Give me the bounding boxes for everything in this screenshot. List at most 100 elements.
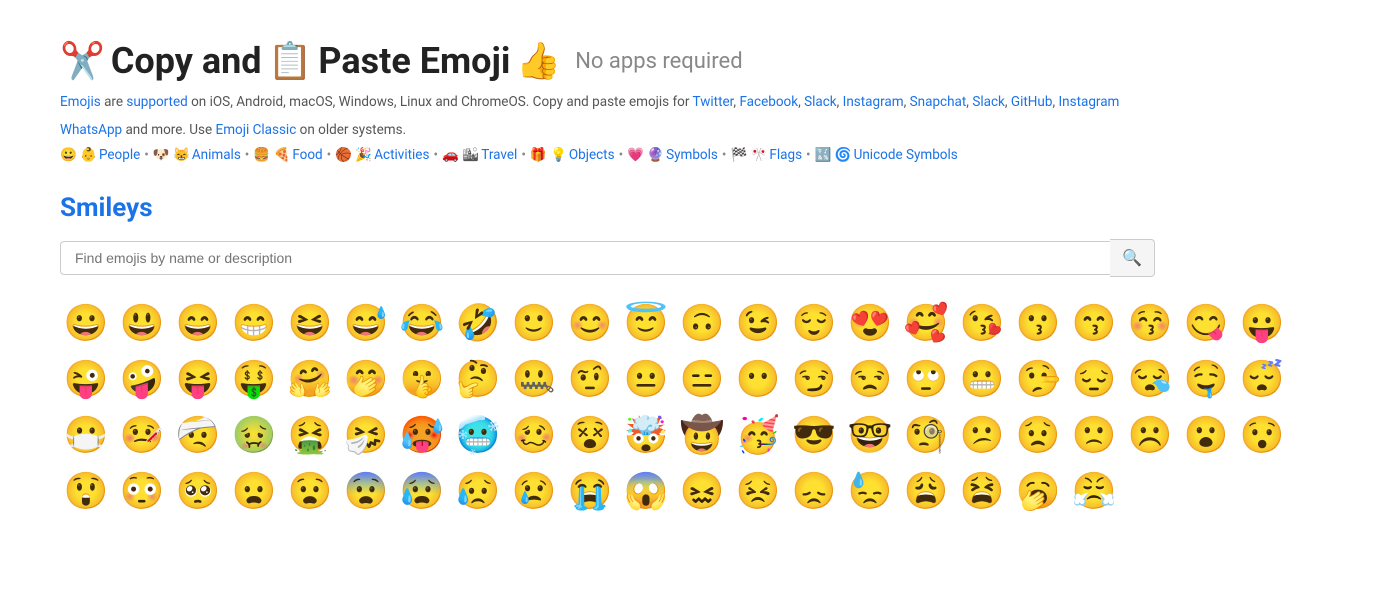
nav-objects-link[interactable]: Objects (569, 147, 615, 163)
emoji-item[interactable]: 😜 (60, 353, 112, 405)
emoji-item[interactable]: 😇 (620, 297, 672, 349)
emoji-item[interactable]: 😢 (508, 465, 560, 517)
emoji-item[interactable]: 😐 (620, 353, 672, 405)
emoji-item[interactable]: 😎 (788, 409, 840, 461)
search-input[interactable] (60, 241, 1110, 275)
search-button[interactable]: 🔍 (1110, 239, 1155, 277)
emoji-item[interactable]: 😖 (676, 465, 728, 517)
emoji-item[interactable]: 😌 (788, 297, 840, 349)
emoji-item[interactable]: 😗 (1012, 297, 1064, 349)
twitter-link[interactable]: Twitter (693, 94, 734, 110)
instagram-link2[interactable]: Instagram (1058, 94, 1119, 110)
emoji-item[interactable]: 😃 (116, 297, 168, 349)
emoji-item[interactable]: 😲 (60, 465, 112, 517)
emoji-item[interactable]: 🥺 (172, 465, 224, 517)
emoji-item[interactable]: 😷 (60, 409, 112, 461)
emoji-item[interactable]: 😪 (1124, 353, 1176, 405)
emoji-item[interactable]: 🤤 (1180, 353, 1232, 405)
emoji-item[interactable]: 🥶 (452, 409, 504, 461)
nav-animals-link[interactable]: Animals (192, 147, 241, 163)
emoji-item[interactable]: 😩 (900, 465, 952, 517)
emoji-item[interactable]: 🧐 (900, 409, 952, 461)
emoji-item[interactable]: 😮 (1180, 409, 1232, 461)
emoji-item[interactable]: 🤪 (116, 353, 168, 405)
emoji-classic-link[interactable]: Emoji Classic (216, 122, 297, 138)
emoji-item[interactable]: 😒 (844, 353, 896, 405)
emoji-item[interactable]: 😳 (116, 465, 168, 517)
emoji-item[interactable]: 😙 (1068, 297, 1120, 349)
emoji-item[interactable]: 😚 (1124, 297, 1176, 349)
emoji-item[interactable]: 🤒 (116, 409, 168, 461)
nav-symbols-link[interactable]: Symbols (666, 147, 718, 163)
emoji-item[interactable]: 🥱 (1012, 465, 1064, 517)
emoji-item[interactable]: 😬 (956, 353, 1008, 405)
emoji-item[interactable]: 🤭 (340, 353, 392, 405)
emoji-item[interactable]: 😴 (1236, 353, 1288, 405)
emoji-item[interactable]: 🙁 (1068, 409, 1120, 461)
emoji-item[interactable]: 😓 (844, 465, 896, 517)
emoji-item[interactable]: 😍 (844, 297, 896, 349)
emoji-item[interactable]: 🤧 (340, 409, 392, 461)
emoji-item[interactable]: 😨 (340, 465, 392, 517)
instagram-link1[interactable]: Instagram (843, 94, 904, 110)
emoji-item[interactable]: 😱 (620, 465, 672, 517)
emoji-item[interactable]: 🤕 (172, 409, 224, 461)
slack-link2[interactable]: Slack (972, 94, 1005, 110)
emoji-item[interactable]: 🤢 (228, 409, 280, 461)
nav-flags-link[interactable]: Flags (769, 147, 802, 163)
emoji-item[interactable]: 🤨 (564, 353, 616, 405)
emoji-item[interactable]: 🤔 (452, 353, 504, 405)
emoji-item[interactable]: 😶 (732, 353, 784, 405)
emoji-item[interactable]: 😔 (1068, 353, 1120, 405)
emoji-item[interactable]: 😘 (956, 297, 1008, 349)
emoji-item[interactable]: 😤 (1068, 465, 1120, 517)
nav-unicode-link[interactable]: Unicode Symbols (854, 147, 958, 163)
emoji-item[interactable]: 😏 (788, 353, 840, 405)
emojis-link[interactable]: Emojis (60, 94, 101, 110)
emoji-item[interactable]: 😂 (396, 297, 448, 349)
emoji-item[interactable]: 😵 (564, 409, 616, 461)
emoji-item[interactable]: ☹️ (1124, 409, 1176, 461)
emoji-item[interactable]: 🤣 (452, 297, 504, 349)
emoji-item[interactable]: 🤫 (396, 353, 448, 405)
emoji-item[interactable]: 🥵 (396, 409, 448, 461)
emoji-item[interactable]: 😑 (676, 353, 728, 405)
nav-activities-link[interactable]: Activities (374, 147, 429, 163)
emoji-item[interactable]: 🤓 (844, 409, 896, 461)
emoji-item[interactable]: 🥰 (900, 297, 952, 349)
facebook-link[interactable]: Facebook (739, 94, 798, 110)
emoji-item[interactable]: 😁 (228, 297, 280, 349)
emoji-item[interactable]: 🙂 (508, 297, 560, 349)
emoji-item[interactable]: 🥳 (732, 409, 784, 461)
emoji-item[interactable]: 😥 (452, 465, 504, 517)
snapchat-link[interactable]: Snapchat (910, 94, 967, 110)
emoji-item[interactable]: 😆 (284, 297, 336, 349)
nav-food-link[interactable]: Food (292, 147, 322, 163)
emoji-item[interactable]: 😕 (956, 409, 1008, 461)
emoji-item[interactable]: 🥴 (508, 409, 560, 461)
emoji-item[interactable]: 😫 (956, 465, 1008, 517)
emoji-item[interactable]: 😧 (284, 465, 336, 517)
emoji-item[interactable]: 😀 (60, 297, 112, 349)
emoji-item[interactable]: 🙄 (900, 353, 952, 405)
emoji-item[interactable]: 😭 (564, 465, 616, 517)
emoji-item[interactable]: 🙃 (676, 297, 728, 349)
emoji-item[interactable]: 🤗 (284, 353, 336, 405)
github-link[interactable]: GitHub (1011, 94, 1053, 110)
emoji-item[interactable]: 😰 (396, 465, 448, 517)
emoji-item[interactable]: 😄 (172, 297, 224, 349)
emoji-item[interactable]: 😦 (228, 465, 280, 517)
emoji-item[interactable]: 😝 (172, 353, 224, 405)
emoji-item[interactable]: 😯 (1236, 409, 1288, 461)
emoji-item[interactable]: 😉 (732, 297, 784, 349)
emoji-item[interactable]: 😣 (732, 465, 784, 517)
slack-link1[interactable]: Slack (804, 94, 837, 110)
emoji-item[interactable]: 😛 (1236, 297, 1288, 349)
supported-link[interactable]: supported (126, 94, 187, 110)
emoji-item[interactable]: 🤯 (620, 409, 672, 461)
emoji-item[interactable]: 🤐 (508, 353, 560, 405)
emoji-item[interactable]: 🤮 (284, 409, 336, 461)
emoji-item[interactable]: 😟 (1012, 409, 1064, 461)
emoji-item[interactable]: 🤑 (228, 353, 280, 405)
emoji-item[interactable]: 🤥 (1012, 353, 1064, 405)
